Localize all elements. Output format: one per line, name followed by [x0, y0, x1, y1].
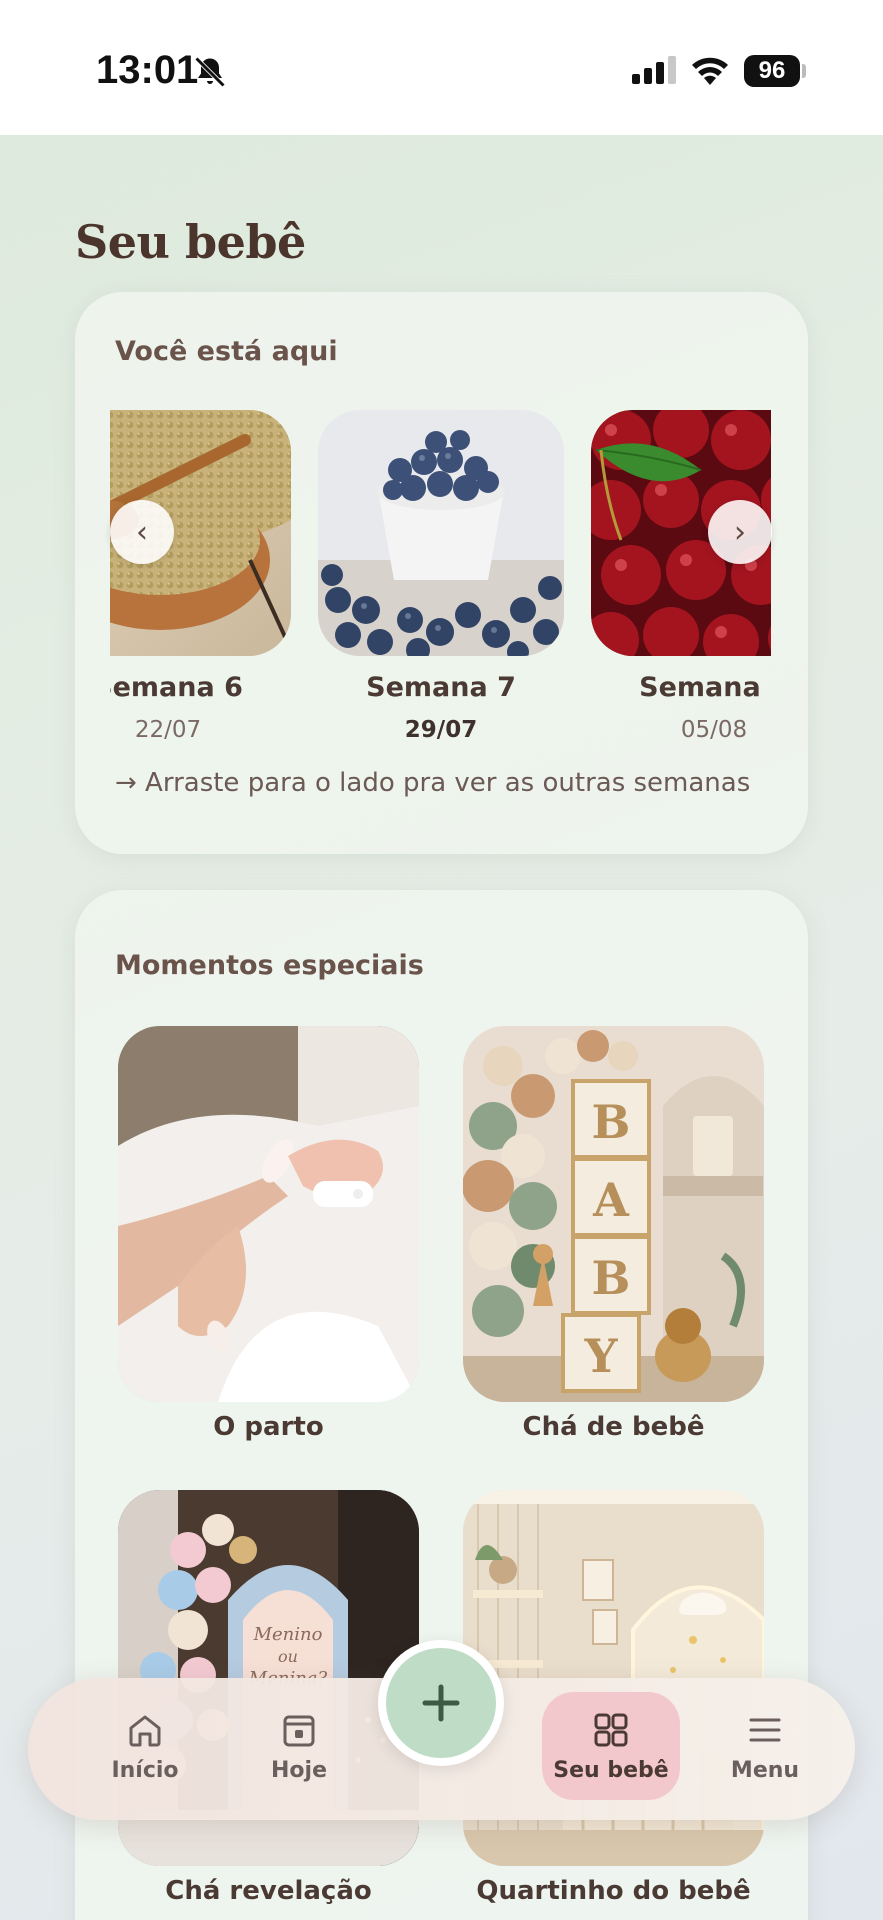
moment-label: Chá revelação [165, 1876, 372, 1906]
status-bar: 13:01 96 [0, 0, 883, 135]
current-week-card: Você está aqui emana 6 22/07 Semana 7 29… [75, 292, 808, 854]
add-button-inner [386, 1648, 496, 1758]
week-carousel[interactable]: Semana 6 22/07 [110, 410, 771, 750]
calendar-icon [283, 1715, 315, 1746]
battery-tip [802, 64, 806, 78]
bell-muted-icon [194, 56, 226, 88]
nav-item-hoje[interactable]: Hoje [230, 1692, 368, 1800]
week-label: Semana 8 [639, 672, 771, 703]
svg-text:B: B [592, 1095, 631, 1149]
grid-icon [594, 1713, 628, 1746]
menu-icon [749, 1718, 781, 1741]
home-icon [129, 1715, 161, 1746]
moment-item-birth[interactable]: O parto [118, 1026, 419, 1442]
carousel-next-button[interactable]: › [708, 500, 772, 564]
swipe-hint: → Arraste para o lado pra ver as outras … [115, 768, 751, 798]
page-title: Seu bebê [75, 215, 306, 269]
battery-indicator: 96 [744, 55, 800, 87]
plus-icon [422, 1684, 460, 1722]
svg-text:Y: Y [584, 1329, 619, 1383]
nav-item-inicio[interactable]: Início [76, 1692, 214, 1800]
nav-item-menu[interactable]: Menu [696, 1692, 834, 1800]
chevron-left-icon: ‹ [136, 514, 148, 550]
week-date: 22/07 [134, 717, 202, 743]
svg-text:Menino: Menino [253, 1624, 323, 1645]
signal-icon [632, 56, 676, 84]
chevron-right-icon: › [734, 514, 746, 550]
week-date: 05/08 [680, 717, 748, 743]
moment-label: O parto [213, 1412, 324, 1442]
moment-label: Quartinho do bebê [476, 1876, 751, 1906]
nav-label: Menu [730, 1757, 800, 1783]
nav-item-seu-bebe[interactable]: Seu bebê [542, 1692, 680, 1800]
svg-text:ou: ou [278, 1647, 298, 1666]
week-date: 29/07 [404, 717, 478, 743]
week-image-blueberries [318, 410, 564, 656]
svg-text:A: A [592, 1173, 630, 1227]
moment-label: Chá de bebê [522, 1412, 705, 1442]
wifi-icon [692, 57, 728, 85]
moment-image-baby-blocks: B A B Y [463, 1026, 764, 1402]
week-label: Semana 7 [366, 672, 516, 703]
current-week-title: Você está aqui [115, 336, 338, 367]
add-button[interactable] [378, 1640, 504, 1766]
carousel-prev-button[interactable]: ‹ [110, 500, 174, 564]
status-time: 13:01 [96, 48, 199, 92]
special-moments-title: Momentos especiais [115, 950, 424, 981]
moment-image-newborn [118, 1026, 419, 1402]
week-item-6[interactable]: Semana 6 22/07 [110, 410, 291, 743]
nav-label: Hoje [271, 1757, 327, 1783]
moment-item-baby-shower[interactable]: B A B Y Chá de bebê [463, 1026, 764, 1442]
svg-text:B: B [592, 1251, 631, 1305]
nav-label: Início [111, 1757, 179, 1783]
nav-label: Seu bebê [553, 1757, 669, 1783]
week-item-8[interactable]: Semana 8 05/08 [591, 410, 771, 743]
week-label: Semana 6 [110, 672, 243, 703]
week-item-7[interactable]: Semana 7 29/07 [318, 410, 564, 743]
